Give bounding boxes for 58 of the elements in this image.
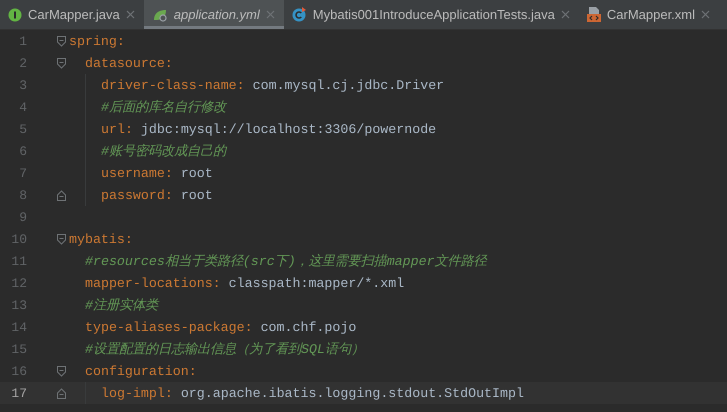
yaml-value: org.apache.ibatis.logging.stdout.StdOutImpl bbox=[180, 386, 524, 400]
line-number: 12 bbox=[10, 276, 27, 290]
editor-tab[interactable]: application.yml bbox=[144, 0, 284, 29]
editor-tab[interactable]: CarMapper.xml bbox=[578, 0, 720, 29]
yaml-key: type-aliases-package: bbox=[85, 320, 253, 334]
line-number: 9 bbox=[18, 210, 27, 224]
close-icon[interactable] bbox=[266, 10, 275, 19]
class-icon bbox=[292, 7, 307, 22]
yaml-key: configuration: bbox=[85, 364, 197, 378]
line-number: 5 bbox=[18, 122, 27, 136]
fold-icon[interactable] bbox=[57, 36, 66, 46]
yaml-value: com.chf.pojo bbox=[260, 320, 356, 334]
interface-icon bbox=[8, 8, 22, 22]
line-number: 11 bbox=[10, 254, 27, 268]
line-number: 13 bbox=[10, 298, 27, 312]
line-number: 10 bbox=[10, 232, 27, 246]
yaml-value: root bbox=[180, 188, 213, 202]
editor-tab[interactable]: CarMapper.java bbox=[0, 0, 144, 29]
line-number: 4 bbox=[18, 100, 27, 114]
code-comment: #账号密码改成自己的 bbox=[101, 142, 226, 160]
yaml-value: classpath:mapper/*.xml bbox=[228, 276, 404, 290]
close-icon[interactable] bbox=[560, 10, 570, 19]
fold-icon[interactable] bbox=[57, 234, 66, 244]
code-comment: #注册实体类 bbox=[85, 296, 158, 314]
line-number: 6 bbox=[18, 144, 27, 158]
yaml-key: username: bbox=[101, 166, 173, 180]
yaml-key: url: bbox=[101, 122, 133, 136]
fold-icon[interactable] bbox=[57, 388, 66, 398]
yaml-key: log-impl: bbox=[101, 386, 173, 400]
code-comment: #后面的库名自行修改 bbox=[101, 98, 226, 116]
line-number: 16 bbox=[10, 364, 27, 378]
yaml-key: mapper-locations: bbox=[85, 276, 221, 290]
xml-file-icon bbox=[586, 7, 601, 22]
code-comment: #resources相当于类路径(src下)，这里需要扫描mapper文件路径 bbox=[85, 252, 487, 270]
yaml-value: jdbc:mysql://localhost:3306/powernode bbox=[140, 122, 436, 136]
line-number: 14 bbox=[10, 320, 27, 334]
line-number: 3 bbox=[18, 78, 27, 92]
line-number: 1 bbox=[18, 34, 27, 48]
line-number: 2 bbox=[18, 56, 27, 70]
fold-icon[interactable] bbox=[57, 366, 66, 376]
leaf-icon bbox=[152, 8, 168, 22]
line-number: 17 bbox=[10, 386, 27, 400]
yaml-value: com.mysql.cj.jdbc.Driver bbox=[252, 78, 444, 92]
yaml-key: password: bbox=[101, 188, 173, 202]
yaml-value: root bbox=[180, 166, 213, 180]
code-comment: #设置配置的日志输出信息（为了看到SQL语句） bbox=[85, 341, 364, 358]
line-number: 8 bbox=[18, 188, 27, 202]
fold-icon[interactable] bbox=[57, 58, 66, 68]
yaml-key: spring: bbox=[69, 34, 125, 48]
line-number: 7 bbox=[18, 166, 27, 180]
line-number: 15 bbox=[10, 342, 27, 356]
yaml-key: driver-class-name: bbox=[101, 78, 245, 92]
close-icon[interactable] bbox=[701, 10, 710, 19]
fold-icon[interactable] bbox=[57, 190, 66, 200]
yaml-key: datasource: bbox=[85, 56, 173, 70]
yaml-key: mybatis: bbox=[69, 232, 133, 246]
editor-tab[interactable]: Mybatis001IntroduceApplicationTests.java bbox=[284, 0, 579, 29]
close-icon[interactable] bbox=[126, 10, 135, 19]
